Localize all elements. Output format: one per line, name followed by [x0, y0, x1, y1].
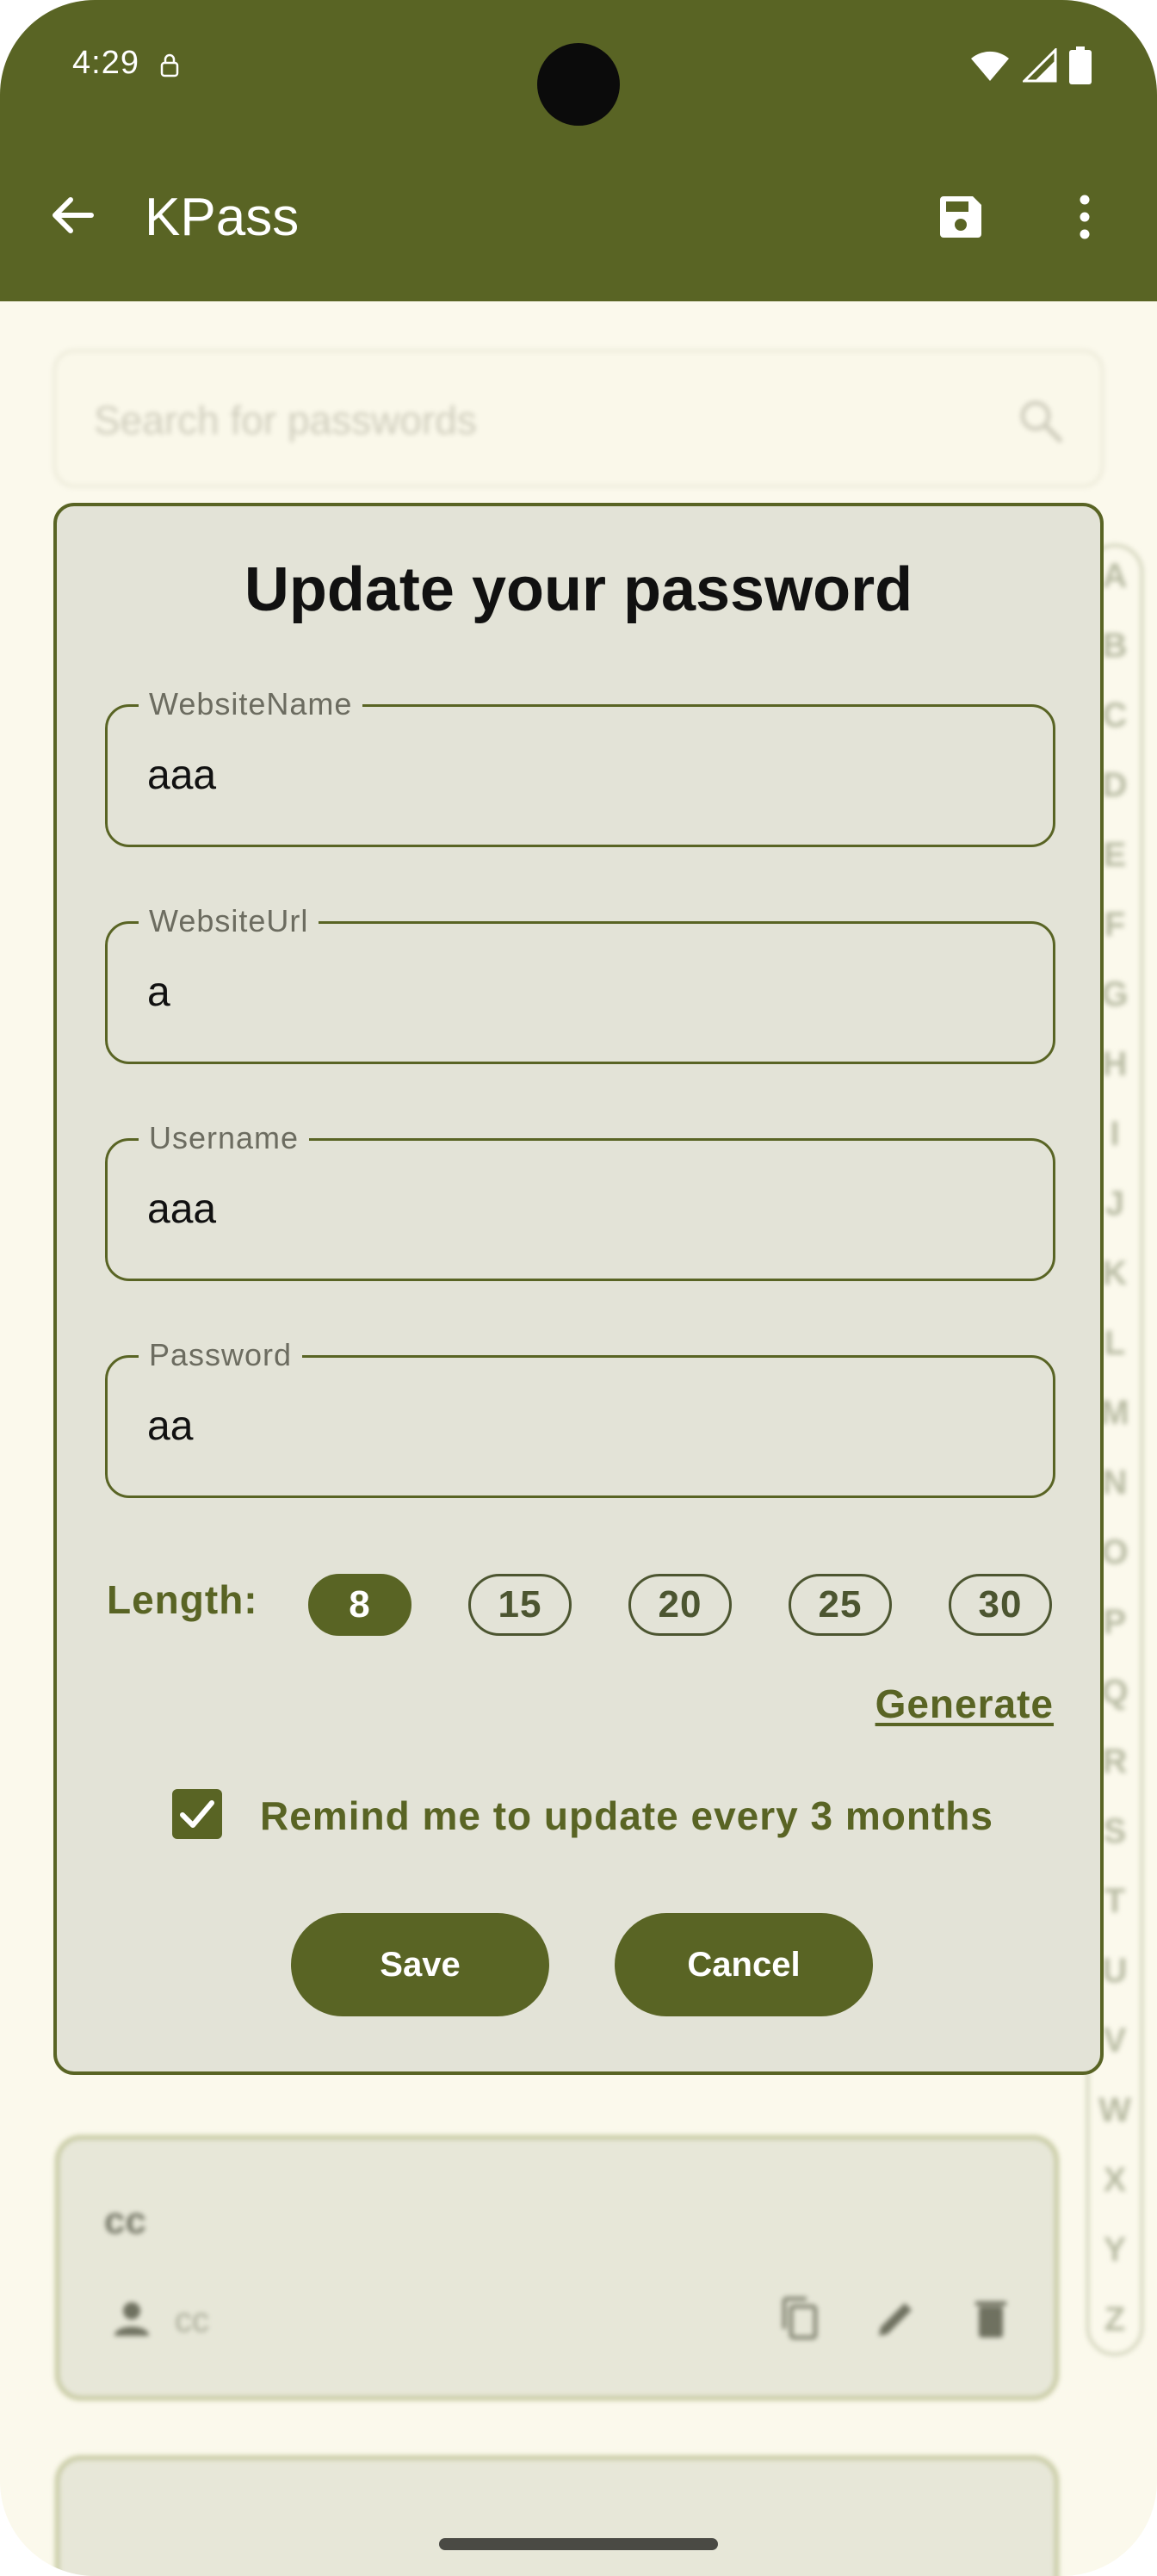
app-title: KPass [145, 188, 300, 247]
password-card[interactable]: cc cc [55, 2135, 1059, 2400]
alphabet-letter[interactable]: Z [1089, 2300, 1141, 2339]
update-password-dialog: Update your password WebsiteName aaa Web… [53, 503, 1104, 2075]
field-value: aaa [147, 1186, 217, 1232]
field-label: WebsiteUrl [139, 903, 319, 939]
camera-cutout [537, 43, 620, 126]
length-chip-30[interactable]: 30 [949, 1574, 1052, 1636]
password-card[interactable] [55, 2455, 1059, 2576]
check-icon [180, 1800, 214, 1828]
status-icons [969, 46, 1092, 84]
search-field[interactable]: Search for passwords [53, 350, 1104, 487]
length-chip-25[interactable]: 25 [789, 1574, 892, 1636]
length-chip-8[interactable]: 8 [308, 1574, 411, 1636]
remind-checkbox[interactable] [172, 1789, 222, 1839]
alphabet-letter[interactable]: Y [1089, 2231, 1141, 2269]
copy-icon[interactable] [776, 2294, 824, 2343]
top-app-bar: 4:29 KPass [0, 0, 1157, 301]
gesture-handle[interactable] [439, 2538, 718, 2550]
field-value: aa [147, 1403, 194, 1449]
person-icon [114, 2302, 149, 2336]
more-vert-icon[interactable] [1067, 191, 1102, 243]
back-arrow-icon[interactable] [45, 188, 100, 243]
save-icon[interactable] [935, 191, 987, 243]
username-field[interactable]: Username aaa [105, 1120, 1055, 1281]
generate-link[interactable]: Generate [875, 1681, 1054, 1727]
alphabet-letter[interactable]: W [1089, 2091, 1141, 2130]
search-icon[interactable] [1015, 395, 1067, 447]
vpn-lock-icon [160, 53, 179, 77]
field-value: a [147, 969, 170, 1015]
field-value: aaa [147, 752, 217, 798]
website-name-field[interactable]: WebsiteName aaa [105, 686, 1055, 847]
card-username: cc [175, 2301, 209, 2339]
cancel-button[interactable]: Cancel [615, 1913, 873, 2016]
length-chip-20[interactable]: 20 [628, 1574, 732, 1636]
search-placeholder: Search for passwords [94, 398, 477, 443]
password-field[interactable]: Password aa [105, 1337, 1055, 1498]
remind-label: Remind me to update every 3 months [260, 1793, 993, 1838]
length-label: Length: [107, 1577, 258, 1622]
website-url-field[interactable]: WebsiteUrl a [105, 903, 1055, 1064]
field-label: WebsiteName [139, 686, 363, 722]
length-chip-15[interactable]: 15 [468, 1574, 572, 1636]
wifi-icon [971, 51, 1009, 81]
save-button[interactable]: Save [291, 1913, 549, 2016]
app-screen: 4:29 KPass Search for passwords A B C D … [0, 0, 1157, 2576]
battery-icon [1069, 46, 1092, 84]
field-label: Password [139, 1337, 303, 1373]
alphabet-letter[interactable]: X [1089, 2161, 1141, 2200]
edit-icon[interactable] [872, 2294, 920, 2343]
delete-icon[interactable] [967, 2294, 1015, 2343]
field-label: Username [139, 1120, 310, 1156]
dialog-title: Update your password [244, 555, 913, 624]
cell-signal-icon [1023, 48, 1057, 83]
status-time: 4:29 [72, 45, 139, 81]
card-title: cc [104, 2200, 146, 2242]
